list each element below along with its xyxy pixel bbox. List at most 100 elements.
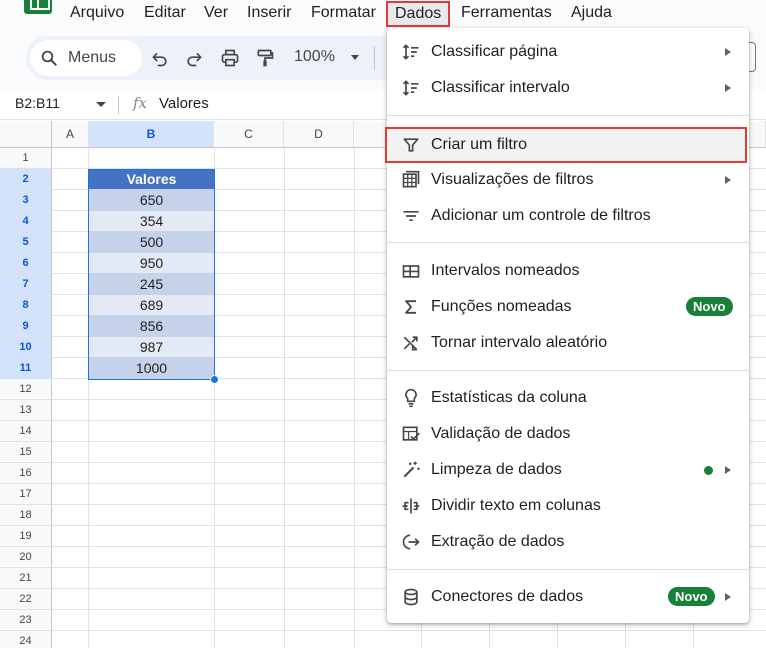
row-header[interactable]: 20 — [0, 547, 52, 568]
row-header[interactable]: 14 — [0, 421, 52, 442]
menu-item-label: Validação de dados — [431, 425, 571, 442]
menu-item-intervalos-nomeados[interactable]: Intervalos nomeados — [387, 253, 749, 289]
menu-item-label: Conectores de dados — [431, 588, 584, 605]
menu-item-label: Dividir texto em colunas — [431, 497, 601, 514]
menu-item-validacao-dados[interactable]: Validação de dados — [387, 416, 749, 452]
menu-item-dividir-texto[interactable]: Dividir texto em colunas — [387, 488, 749, 524]
fill-handle[interactable] — [210, 375, 219, 384]
menu-item-extracao-dados[interactable]: Extração de dados — [387, 524, 749, 560]
menu-item-label: Classificar página — [431, 43, 558, 60]
menu-inserir[interactable]: Inserir — [247, 4, 291, 22]
filter-views-icon — [402, 170, 420, 188]
selection-range — [88, 169, 215, 380]
menu-ver[interactable]: Ver — [204, 4, 228, 22]
new-badge: Novo — [686, 297, 733, 316]
grid-line — [284, 148, 285, 648]
menu-ferramentas[interactable]: Ferramentas — [461, 4, 552, 22]
zoom-select[interactable]: 100% — [294, 48, 335, 66]
shuffle-icon — [403, 336, 418, 351]
submenu-arrow-icon — [725, 466, 731, 474]
menu-item-label: Tornar intervalo aleatório — [431, 334, 608, 351]
row-header[interactable]: 24 — [0, 631, 52, 648]
search-menus-button[interactable]: Menus — [30, 40, 142, 76]
menu-ajuda[interactable]: Ajuda — [571, 4, 612, 22]
grid-line — [52, 630, 766, 631]
select-all-corner[interactable] — [0, 121, 52, 148]
sort-icon — [402, 44, 419, 60]
row-header[interactable]: 6 — [0, 253, 52, 274]
column-header-b[interactable]: B — [89, 121, 214, 148]
row-header[interactable]: 2 — [0, 169, 52, 190]
menu-separator — [387, 569, 749, 570]
data-validation-icon — [402, 426, 420, 441]
print-icon[interactable] — [220, 48, 240, 68]
search-menus-label: Menus — [68, 49, 117, 66]
magic-wand-icon — [403, 461, 420, 478]
chevron-down-icon[interactable] — [351, 55, 359, 60]
menubar: Arquivo Editar Ver Inserir Formatar Dado… — [0, 0, 766, 28]
menu-item-intervalo-aleatorio[interactable]: Tornar intervalo aleatório — [387, 325, 749, 361]
row-header[interactable]: 19 — [0, 526, 52, 547]
row-header[interactable]: 5 — [0, 232, 52, 253]
row-header[interactable]: 10 — [0, 337, 52, 358]
menu-item-classificar-intervalo[interactable]: Classificar intervalo — [387, 70, 749, 106]
row-header[interactable]: 23 — [0, 610, 52, 631]
paint-format-icon[interactable] — [255, 48, 275, 68]
row-header[interactable]: 15 — [0, 442, 52, 463]
named-ranges-icon — [402, 265, 420, 278]
database-icon — [404, 588, 418, 606]
menu-item-funcoes-nomeadas[interactable]: Funções nomeadas Novo — [387, 289, 749, 325]
menu-item-label: Funções nomeadas — [431, 298, 572, 315]
row-header[interactable]: 12 — [0, 379, 52, 400]
menu-item-controle-filtros[interactable]: Adicionar um controle de filtros — [387, 198, 749, 234]
row-header[interactable]: 13 — [0, 400, 52, 421]
menu-item-label: Estatísticas da coluna — [431, 389, 587, 406]
submenu-arrow-icon — [725, 593, 731, 601]
menu-item-limpeza-dados[interactable]: Limpeza de dados — [387, 452, 749, 488]
redo-icon[interactable] — [184, 48, 204, 68]
grid-line — [354, 148, 355, 648]
column-header-a[interactable]: A — [52, 121, 89, 148]
formula-divider — [118, 96, 119, 114]
row-header[interactable]: 11 — [0, 358, 52, 379]
filter-icon — [403, 138, 419, 152]
menu-separator — [387, 115, 749, 116]
column-header-d[interactable]: D — [284, 121, 354, 148]
status-dot — [704, 466, 713, 475]
row-header[interactable]: 7 — [0, 274, 52, 295]
row-header[interactable]: 22 — [0, 589, 52, 610]
row-header[interactable]: 1 — [0, 148, 52, 169]
row-header[interactable]: 17 — [0, 484, 52, 505]
undo-icon[interactable] — [150, 48, 170, 68]
menu-formatar[interactable]: Formatar — [311, 4, 376, 22]
row-header[interactable]: 9 — [0, 316, 52, 337]
menu-separator — [387, 370, 749, 371]
menu-item-label: Adicionar um controle de filtros — [431, 207, 651, 224]
menu-item-criar-filtro[interactable]: Criar um filtro — [385, 127, 747, 163]
menu-item-estatisticas-coluna[interactable]: Estatísticas da coluna — [387, 380, 749, 416]
formula-input[interactable]: Valores — [159, 95, 209, 112]
menu-item-conectores-dados[interactable]: Conectores de dados Novo — [387, 579, 749, 615]
sigma-icon — [405, 300, 416, 314]
row-header[interactable]: 21 — [0, 568, 52, 589]
column-header-c[interactable]: C — [214, 121, 284, 148]
row-header[interactable]: 3 — [0, 190, 52, 211]
name-box[interactable]: B2:B11 — [15, 95, 60, 111]
chevron-down-icon[interactable] — [96, 102, 106, 107]
split-columns-icon — [402, 498, 420, 514]
sheets-logo-icon[interactable] — [24, 0, 52, 14]
row-header[interactable]: 8 — [0, 295, 52, 316]
menu-arquivo[interactable]: Arquivo — [70, 4, 124, 22]
toolbar-divider — [374, 46, 375, 70]
menu-item-classificar-pagina[interactable]: Classificar página — [387, 34, 749, 70]
menu-item-visualizacoes-filtros[interactable]: Visualizações de filtros — [387, 162, 749, 198]
menu-item-label: Limpeza de dados — [431, 461, 562, 478]
row-header[interactable]: 16 — [0, 463, 52, 484]
lightbulb-icon — [405, 388, 417, 408]
menu-dados[interactable]: Dados — [386, 1, 451, 27]
extract-icon — [402, 534, 420, 550]
submenu-arrow-icon — [725, 48, 731, 56]
menu-editar[interactable]: Editar — [144, 4, 186, 22]
row-header[interactable]: 18 — [0, 505, 52, 526]
row-header[interactable]: 4 — [0, 211, 52, 232]
